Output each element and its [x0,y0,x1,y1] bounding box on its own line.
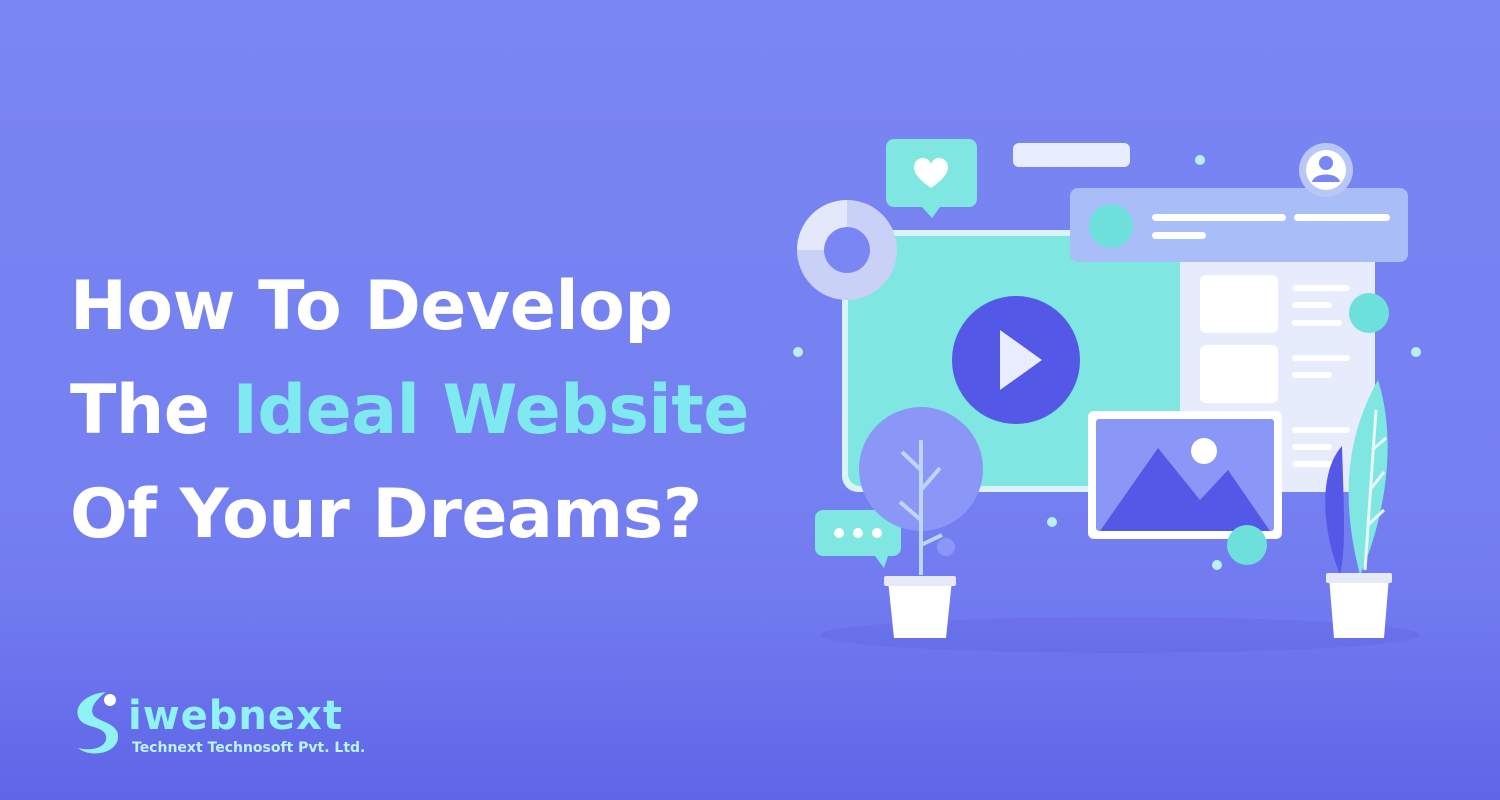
headline-accent: Ideal Website [232,371,750,450]
headline: How To Develop The Ideal Website Of Your… [70,255,749,567]
header-bar-panel [1070,188,1408,262]
top-pill [1013,143,1130,167]
headline-line-3: Of Your Dreams? [70,475,702,554]
user-icon [1299,143,1353,197]
brand-tagline: Technext Technosoft Pvt. Ltd. [132,740,366,756]
play-icon [952,296,1080,424]
dot-shape [1195,155,1205,165]
logo-swirl-icon [77,692,119,754]
dot-shape [1212,560,1222,570]
brand-name: iwebnext [128,693,343,739]
dot-shape [793,347,803,357]
headline-line-2-prefix: The [70,371,233,450]
heart-icon [886,139,977,218]
donut-shape [797,200,897,300]
dot-shape [1047,517,1057,527]
website-illustration [793,139,1421,653]
dot-shape [1411,347,1421,357]
bubble-shape [1227,525,1267,565]
headline-line-1: How To Develop [70,267,673,346]
headline-line-2: The Ideal Website [70,359,749,463]
brand-logo: iwebnext Technext Technosoft Pvt. Ltd. [66,686,366,766]
image-icon [1088,411,1282,539]
bubble-shape [1349,293,1389,333]
